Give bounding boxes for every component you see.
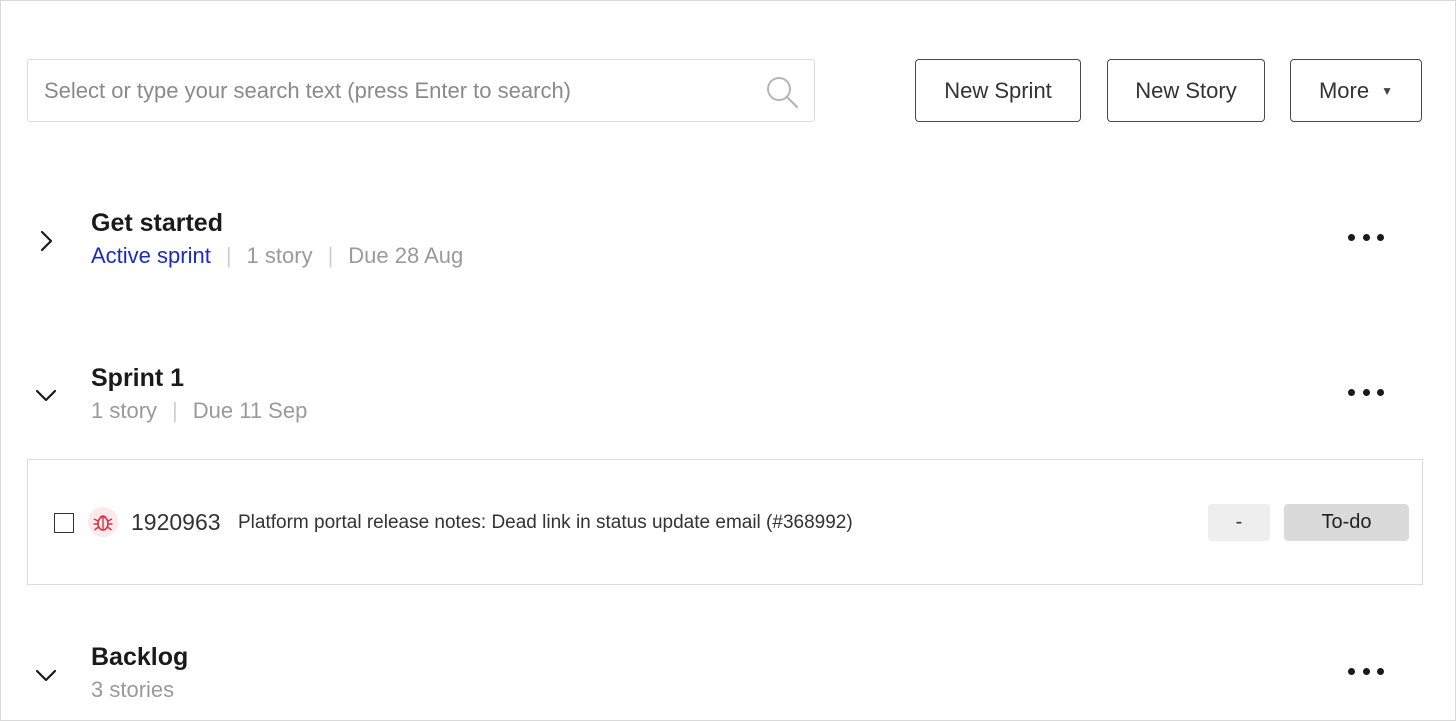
chevron-down-icon[interactable] [33, 662, 59, 688]
chevron-right-icon[interactable] [33, 228, 59, 254]
more-label: More [1318, 77, 1370, 103]
caret-down-icon: ▼ [1381, 83, 1393, 98]
chevron-down-icon[interactable] [33, 382, 59, 408]
separator: | [172, 398, 178, 423]
story-count: 3 stories [91, 677, 175, 702]
active-sprint-label: Active sprint [91, 243, 211, 268]
new-story-button[interactable]: New Story [1107, 59, 1265, 122]
story-count: 1 story [246, 243, 313, 268]
new-sprint-button[interactable]: New Sprint [915, 59, 1081, 122]
story-row[interactable]: 1920963 Platform portal release notes: D… [27, 459, 1423, 585]
new-story-label: New Story [1135, 77, 1237, 103]
section-meta-backlog: 3 stories [91, 677, 174, 703]
story-points-button[interactable]: - [1208, 504, 1270, 541]
search-box [27, 59, 815, 122]
story-checkbox[interactable] [54, 513, 74, 533]
new-sprint-label: New Sprint [944, 77, 1052, 103]
section-title-sprint-1[interactable]: Sprint 1 [91, 364, 184, 393]
section-menu-icon[interactable] [1348, 662, 1384, 680]
story-count: 1 story [91, 398, 158, 423]
section-menu-icon[interactable] [1348, 383, 1384, 401]
search-icon[interactable] [764, 74, 800, 110]
separator: | [327, 243, 334, 268]
due-date: Due 28 Aug [348, 243, 464, 268]
more-button[interactable]: More ▼ [1290, 59, 1422, 122]
bug-icon [88, 507, 118, 537]
story-id[interactable]: 1920963 [131, 509, 221, 536]
section-meta-sprint-1: 1 story | Due 11 Sep [91, 398, 307, 424]
section-meta-get-started: Active sprint | 1 story | Due 28 Aug [91, 243, 463, 269]
due-date: Due 11 Sep [192, 398, 308, 423]
section-menu-icon[interactable] [1348, 228, 1384, 246]
status-button[interactable]: To-do [1284, 504, 1409, 541]
backlog-panel: New Sprint New Story More ▼ Get started … [0, 0, 1456, 721]
separator: | [225, 243, 232, 268]
section-title-get-started[interactable]: Get started [91, 209, 223, 238]
story-title[interactable]: Platform portal release notes: Dead link… [238, 512, 853, 534]
section-title-backlog[interactable]: Backlog [91, 643, 188, 672]
search-input[interactable] [44, 70, 744, 111]
